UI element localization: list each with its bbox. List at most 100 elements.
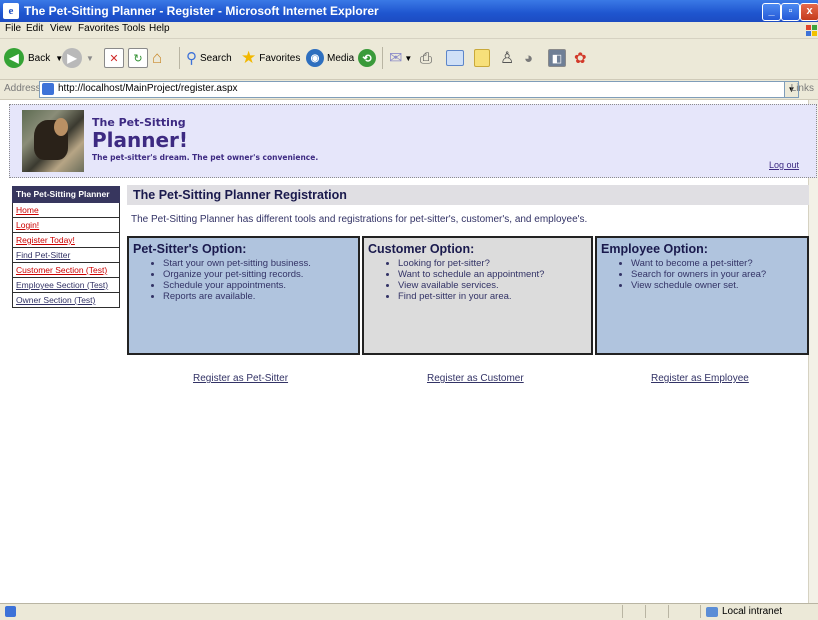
- site-tagline: The pet-sitter's dream. The pet owner's …: [92, 153, 319, 162]
- sidebar-item-home[interactable]: Home: [12, 203, 120, 218]
- messenger-button[interactable]: ◕: [524, 46, 533, 70]
- forward-arrow-icon: ▶: [62, 48, 82, 68]
- sidebar-item-customer-section[interactable]: Customer Section (Test): [12, 263, 120, 278]
- toolbar-separator: [382, 47, 383, 69]
- media-label: Media: [327, 52, 355, 64]
- history-icon: ⟲: [358, 49, 376, 67]
- mail-button[interactable]: ✉ ▼: [389, 46, 412, 70]
- messenger-icon: ◕: [524, 49, 534, 67]
- status-cell: [668, 605, 669, 618]
- forward-button[interactable]: ▶ ▼: [62, 46, 94, 70]
- addon-button[interactable]: ✿: [574, 46, 587, 70]
- research-icon: ♙: [500, 50, 515, 67]
- sidebar-item-employee-section[interactable]: Employee Section (Test): [12, 278, 120, 293]
- window-title: The Pet-Sitting Planner - Register - Mic…: [24, 4, 379, 18]
- intranet-zone-icon: [706, 607, 718, 617]
- menu-favorites[interactable]: Favorites: [78, 23, 119, 34]
- sidebar-item-login[interactable]: Login!: [12, 218, 120, 233]
- toolbar-separator: [179, 47, 180, 69]
- security-zone-label: Local intranet: [722, 606, 783, 617]
- menu-tools[interactable]: Tools: [122, 23, 145, 34]
- list-item: Want to become a pet-sitter?: [631, 258, 766, 269]
- back-label: Back: [28, 52, 51, 64]
- list-item: Find pet-sitter in your area.: [398, 291, 544, 302]
- favorites-label: Favorites: [259, 52, 301, 64]
- stop-button[interactable]: ✕: [104, 46, 124, 70]
- search-icon: ⚲: [186, 50, 197, 67]
- status-bar: Local intranet: [0, 603, 818, 620]
- list-item: Schedule your appointments.: [163, 280, 311, 291]
- close-button[interactable]: x: [800, 3, 818, 21]
- mail-icon: ✉: [389, 50, 403, 67]
- addon-icon: ✿: [574, 50, 587, 67]
- sidebar-item-owner-section[interactable]: Owner Section (Test): [12, 293, 120, 308]
- pet-sitter-option-title: Pet-Sitter's Option:: [133, 242, 247, 256]
- register-employee-link[interactable]: Register as Employee: [651, 373, 749, 384]
- refresh-button[interactable]: ↻: [128, 46, 148, 70]
- maximize-button[interactable]: ▫: [781, 3, 800, 21]
- customer-option-list: Looking for pet-sitter? Want to schedule…: [384, 258, 544, 302]
- logout-link[interactable]: Log out: [769, 160, 799, 170]
- menu-view[interactable]: View: [50, 23, 72, 34]
- sidebar-item-find-pet-sitter[interactable]: Find Pet-Sitter: [12, 248, 120, 263]
- list-item: Want to schedule an appointment?: [398, 269, 544, 280]
- search-label: Search: [200, 52, 232, 64]
- mail-dropdown-icon[interactable]: ▼: [404, 54, 412, 63]
- windows-flag-icon: [804, 22, 818, 38]
- ie-icon[interactable]: e: [3, 3, 19, 19]
- home-icon: ⌂: [152, 48, 163, 67]
- menu-bar: File Edit View Favorites Tools Help: [0, 22, 818, 39]
- register-pet-sitter-link[interactable]: Register as Pet-Sitter: [193, 373, 288, 384]
- discuss-icon: ◧: [548, 49, 566, 67]
- star-icon: ★: [241, 48, 257, 67]
- toolbar: ◀ Back ▼ ▶ ▼ ✕ ↻ ⌂ ⚲ Search ★ Favorites …: [0, 39, 818, 80]
- list-item: View available services.: [398, 280, 544, 291]
- menu-help[interactable]: Help: [149, 23, 170, 34]
- print-button[interactable]: ⎙: [420, 46, 432, 70]
- links-button[interactable]: Links: [791, 83, 814, 94]
- back-arrow-icon: ◀: [4, 48, 24, 68]
- sidebar-item-register[interactable]: Register Today!: [12, 233, 120, 248]
- stop-icon: ✕: [104, 48, 124, 68]
- pet-sitter-option-list: Start your own pet-sitting business. Org…: [149, 258, 311, 302]
- history-button[interactable]: ⟲: [358, 46, 376, 70]
- dog-ear-shape: [54, 118, 68, 136]
- register-customer-link[interactable]: Register as Customer: [427, 373, 524, 384]
- sidenav-heading: The Pet-Sitting Planner: [12, 186, 120, 203]
- address-bar: Address http://localhost/MainProject/reg…: [0, 80, 818, 100]
- status-cell: [622, 605, 623, 618]
- page-icon: [42, 83, 54, 95]
- print-icon: ⎙: [420, 49, 433, 67]
- edit-icon: [446, 50, 464, 66]
- menu-file[interactable]: File: [5, 23, 21, 34]
- back-button[interactable]: ◀ Back ▼: [4, 46, 63, 70]
- media-button[interactable]: ◉ Media: [306, 46, 354, 70]
- address-url[interactable]: http://localhost/MainProject/register.as…: [58, 83, 238, 94]
- employee-option-panel: Employee Option: Want to become a pet-si…: [595, 236, 809, 355]
- search-button[interactable]: ⚲ Search: [186, 46, 232, 70]
- list-item: Reports are available.: [163, 291, 311, 302]
- title-bar: e The Pet-Sitting Planner - Register - M…: [0, 0, 818, 22]
- address-label: Address: [4, 83, 41, 94]
- page-title: The Pet-Sitting Planner Registration: [133, 188, 347, 202]
- research-button[interactable]: ♙: [500, 46, 514, 70]
- address-input[interactable]: http://localhost/MainProject/register.as…: [39, 81, 799, 98]
- list-item: Start your own pet-sitting business.: [163, 258, 311, 269]
- registration-intro: The Pet-Sitting Planner has different to…: [131, 214, 588, 225]
- home-button[interactable]: ⌂: [152, 46, 162, 70]
- notes-icon: [474, 49, 490, 67]
- discuss-button[interactable]: ◧: [548, 46, 566, 70]
- list-item: Looking for pet-sitter?: [398, 258, 544, 269]
- registration-title-bar: The Pet-Sitting Planner Registration: [127, 185, 809, 205]
- customer-option-title: Customer Option:: [368, 242, 475, 256]
- customer-option-panel: Customer Option: Looking for pet-sitter?…: [362, 236, 593, 355]
- menu-edit[interactable]: Edit: [26, 23, 43, 34]
- favorites-button[interactable]: ★ Favorites: [241, 46, 300, 70]
- pet-sitter-option-panel: Pet-Sitter's Option: Start your own pet-…: [127, 236, 360, 355]
- minimize-button[interactable]: _: [762, 3, 781, 21]
- notes-button[interactable]: [474, 46, 490, 70]
- forward-dropdown-icon[interactable]: ▼: [86, 54, 94, 63]
- employee-option-title: Employee Option:: [601, 242, 708, 256]
- refresh-icon: ↻: [128, 48, 148, 68]
- edit-button[interactable]: [446, 46, 464, 70]
